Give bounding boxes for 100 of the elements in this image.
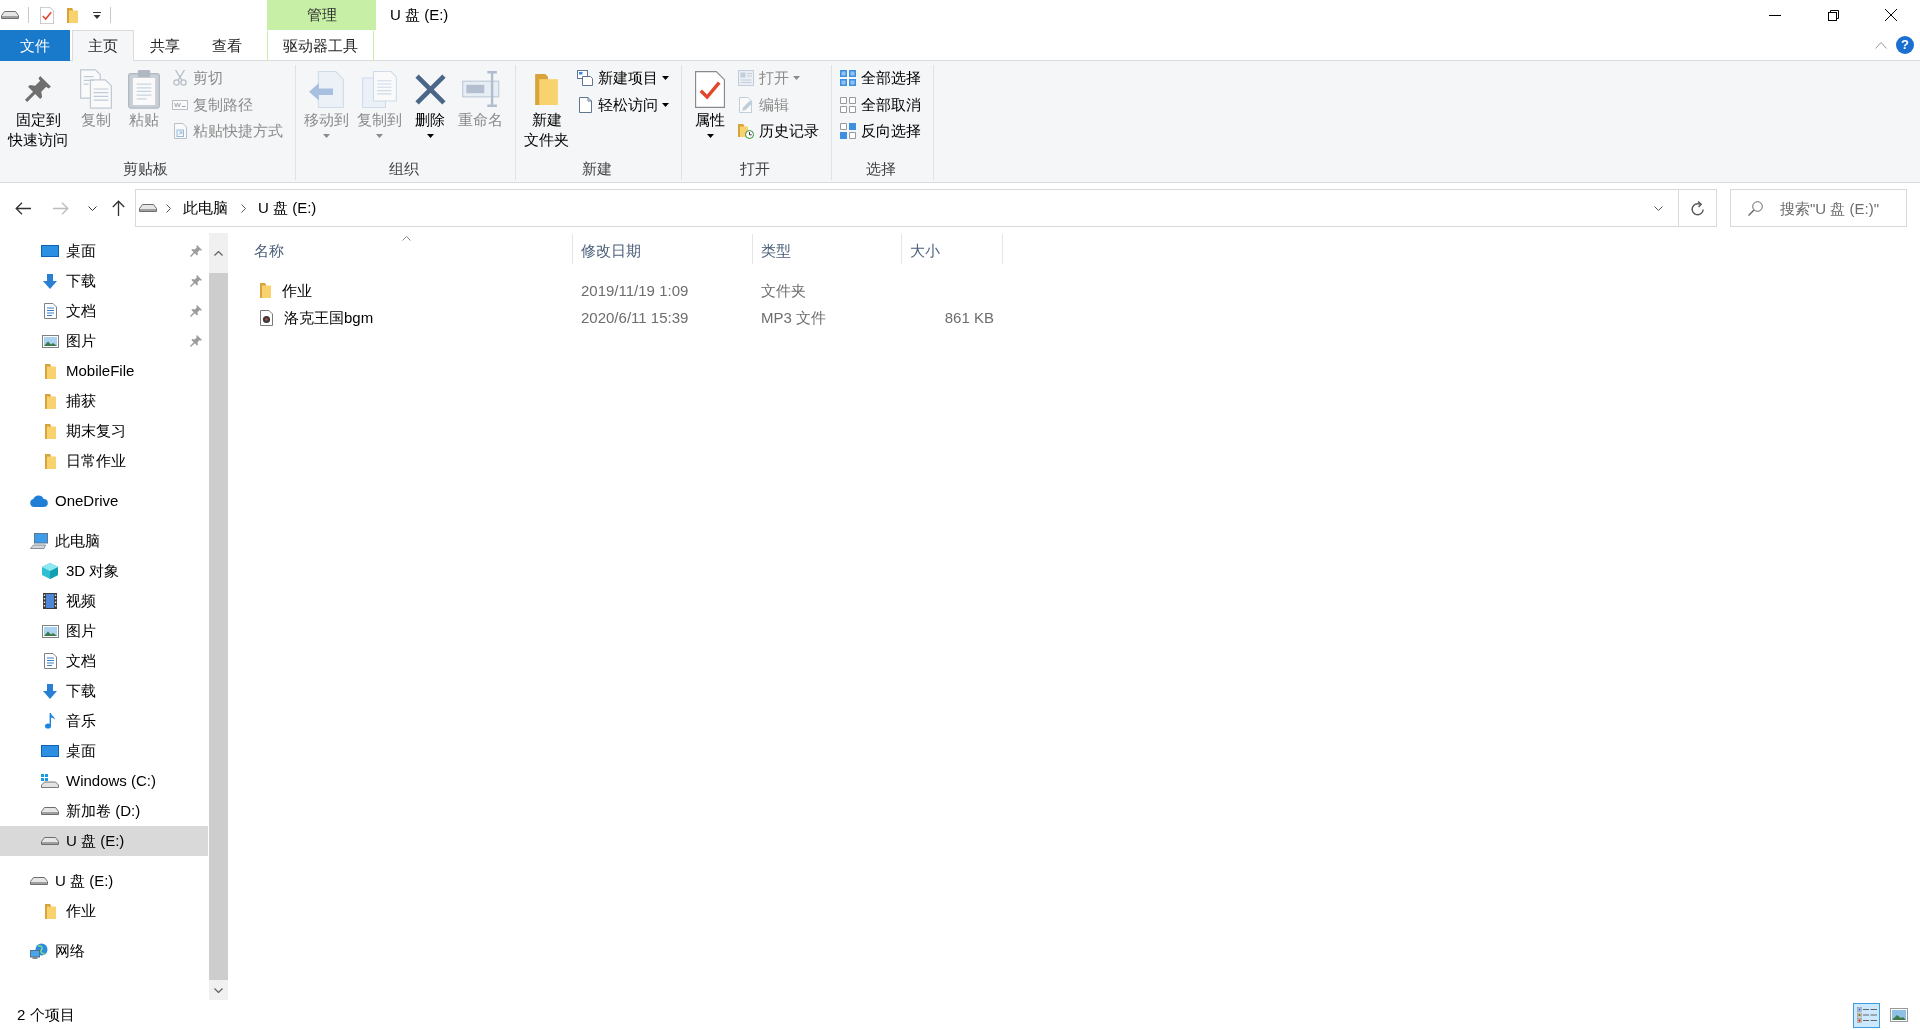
refresh-button[interactable] bbox=[1679, 189, 1717, 227]
caret-icon bbox=[376, 134, 383, 138]
picture-icon bbox=[41, 624, 59, 638]
nav-item[interactable]: U 盘 (E:) bbox=[0, 826, 208, 856]
nav-item[interactable]: Windows (C:) bbox=[0, 766, 208, 796]
document-icon bbox=[43, 303, 57, 319]
folder-icon bbox=[260, 283, 271, 298]
column-header[interactable]: 名称 bbox=[240, 234, 573, 264]
ribbon-button[interactable]: 新建 文件夹 bbox=[520, 65, 573, 150]
nav-item[interactable]: 桌面 bbox=[0, 236, 208, 266]
copy-icon bbox=[80, 69, 112, 109]
computer-icon bbox=[30, 533, 48, 549]
nav-item[interactable]: 文档 bbox=[0, 646, 208, 676]
ribbon-tab[interactable]: 共享 bbox=[134, 30, 196, 61]
ribbon-button[interactable]: 全部选择 bbox=[836, 65, 925, 92]
system-drive-icon bbox=[41, 774, 59, 788]
nav-item[interactable]: 网络 bbox=[0, 936, 208, 966]
nav-item[interactable]: 新加卷 (D:) bbox=[0, 796, 208, 826]
nav-item[interactable]: 下载 bbox=[0, 676, 208, 706]
ribbon-button[interactable]: 轻松访问 bbox=[573, 91, 673, 118]
file-row[interactable]: 洛克王国bgm 2020/6/11 15:39 MP3 文件 861 KB bbox=[240, 304, 1003, 331]
nav-item[interactable]: OneDrive bbox=[0, 486, 208, 516]
ribbon-button[interactable]: 固定到 快速访问 bbox=[4, 65, 72, 150]
chevron-down-icon[interactable] bbox=[1654, 205, 1663, 211]
pin-icon[interactable] bbox=[190, 275, 202, 287]
breadcrumb-item[interactable]: U 盘 (E:) bbox=[254, 198, 321, 218]
nav-item[interactable]: 作业 bbox=[0, 896, 208, 926]
ribbon-button[interactable]: 历史记录 bbox=[734, 118, 823, 145]
up-arrow-icon[interactable] bbox=[112, 200, 125, 216]
nav-item[interactable]: 图片 bbox=[0, 326, 208, 356]
nav-item[interactable]: 视频 bbox=[0, 586, 208, 616]
caret-icon bbox=[426, 134, 434, 138]
grid-icon bbox=[840, 70, 856, 87]
film-icon bbox=[43, 593, 57, 609]
nav-item[interactable]: MobileFile bbox=[0, 356, 208, 386]
drive-icon[interactable] bbox=[1, 11, 19, 19]
file-name[interactable]: 作业 bbox=[282, 280, 312, 301]
caret-icon bbox=[793, 76, 800, 81]
nav-item[interactable]: U 盘 (E:) bbox=[0, 866, 208, 896]
folder-icon bbox=[44, 393, 56, 409]
path-icon bbox=[172, 99, 188, 110]
delete-icon bbox=[414, 73, 446, 105]
view-button[interactable] bbox=[1853, 1002, 1880, 1028]
pin-icon bbox=[25, 76, 51, 102]
caret-icon bbox=[662, 76, 669, 81]
close-icon[interactable] bbox=[1885, 9, 1897, 21]
file-name[interactable]: 洛克王国bgm bbox=[284, 307, 374, 328]
modified-date: 2019/11/19 1:09 bbox=[581, 281, 689, 299]
pin-icon[interactable] bbox=[190, 305, 202, 317]
empty-grid-icon bbox=[840, 96, 856, 113]
nav-item[interactable]: 捕获 bbox=[0, 386, 208, 416]
down-arrow-icon bbox=[43, 273, 57, 289]
column-header[interactable]: 类型 bbox=[753, 234, 902, 264]
folder-icon bbox=[44, 423, 56, 439]
nav-item[interactable]: 日常作业 bbox=[0, 446, 208, 476]
ribbon-tab[interactable]: 查看 bbox=[196, 30, 258, 61]
drive-icon bbox=[139, 204, 157, 212]
pin-icon[interactable] bbox=[190, 245, 202, 257]
search-field[interactable]: 搜索"U 盘 (E:)" bbox=[1730, 189, 1907, 227]
caret-icon bbox=[662, 102, 669, 107]
search-icon bbox=[1748, 201, 1763, 216]
nav-item[interactable]: 期末复习 bbox=[0, 416, 208, 446]
check-document-icon[interactable] bbox=[40, 6, 54, 24]
ribbon-tab[interactable]: 主页 bbox=[72, 30, 134, 61]
ribbon-button[interactable]: 属性 bbox=[686, 65, 734, 138]
edit-icon bbox=[739, 96, 753, 113]
file-type: 文件夹 bbox=[761, 281, 806, 299]
ribbon-button[interactable]: 反向选择 bbox=[836, 118, 925, 145]
restore-icon[interactable] bbox=[1827, 9, 1839, 21]
minimize-icon[interactable] bbox=[1769, 14, 1781, 16]
chevron-right-icon[interactable] bbox=[166, 203, 171, 213]
audio-file-icon bbox=[260, 309, 273, 326]
back-arrow-icon[interactable] bbox=[15, 201, 31, 215]
column-header[interactable]: 大小 bbox=[902, 234, 1003, 264]
chevron-right-icon[interactable] bbox=[241, 203, 246, 213]
ribbon-button[interactable]: 全部取消 bbox=[836, 91, 925, 118]
file-row[interactable]: 作业 2019/11/19 1:09 文件夹 bbox=[240, 277, 1003, 304]
help-button[interactable]: ? bbox=[1896, 36, 1914, 54]
breadcrumb-item[interactable]: 此电脑 bbox=[179, 198, 232, 218]
column-header[interactable]: 修改日期 bbox=[573, 234, 753, 264]
nav-item[interactable]: 桌面 bbox=[0, 736, 208, 766]
chevron-down-icon[interactable] bbox=[88, 205, 97, 211]
nav-item[interactable]: 3D 对象 bbox=[0, 556, 208, 586]
nav-item[interactable]: 图片 bbox=[0, 616, 208, 646]
nav-item[interactable]: 此电脑 bbox=[0, 526, 208, 556]
scroll-up-icon[interactable] bbox=[214, 250, 223, 256]
dropdown-icon[interactable] bbox=[93, 11, 101, 19]
address-bar[interactable]: 此电脑 U 盘 (E:) bbox=[135, 189, 1679, 227]
history-icon bbox=[738, 123, 754, 140]
ribbon-button[interactable]: 新建项目 bbox=[573, 65, 673, 92]
picture-icon bbox=[41, 334, 59, 348]
nav-item[interactable]: 音乐 bbox=[0, 706, 208, 736]
ribbon-tab[interactable]: 文件 bbox=[0, 30, 70, 61]
pin-icon[interactable] bbox=[190, 335, 202, 347]
group-label: 选择 bbox=[865, 159, 896, 179]
nav-item[interactable]: 下载 bbox=[0, 266, 208, 296]
ribbon-button[interactable]: 删除 bbox=[406, 65, 454, 138]
scroll-down-icon[interactable] bbox=[214, 987, 223, 993]
modified-date: 2020/6/11 15:39 bbox=[581, 308, 689, 326]
nav-item[interactable]: 文档 bbox=[0, 296, 208, 326]
